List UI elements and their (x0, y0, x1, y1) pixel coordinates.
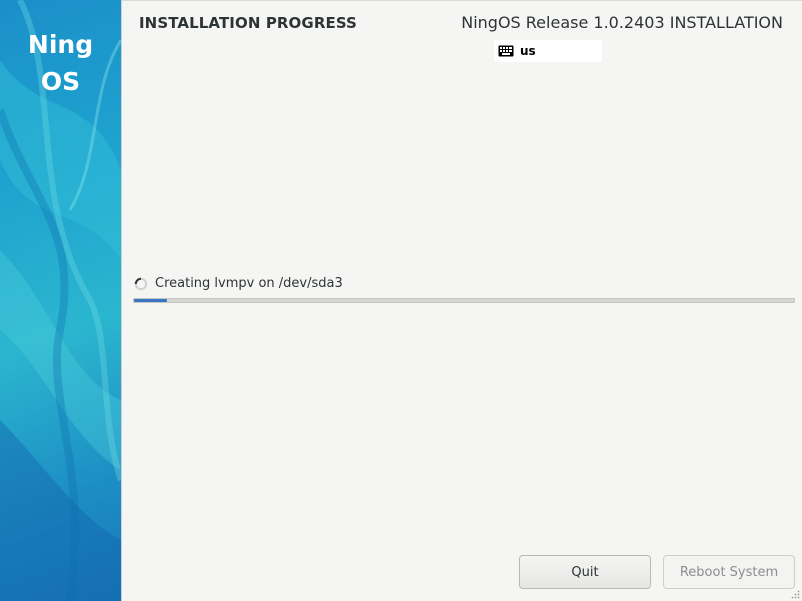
top-border (122, 0, 802, 1)
progress-status: Creating lvmpv on /dev/sda3 (134, 276, 343, 291)
brand-line-1: Ning (27, 30, 94, 59)
spinner-icon (134, 277, 148, 290)
progress-bar-fill (134, 299, 167, 302)
brand-line-2: OS (40, 67, 81, 96)
quit-button[interactable]: Quit (519, 555, 651, 589)
brand-logo: Ning OS (0, 26, 121, 100)
progress-status-text: Creating lvmpv on /dev/sda3 (155, 276, 343, 291)
reboot-system-button[interactable]: Reboot System (663, 555, 795, 589)
keyboard-layout-indicator[interactable]: us (494, 40, 602, 62)
keyboard-layout-label: us (520, 44, 536, 58)
page-title: INSTALLATION PROGRESS (139, 14, 357, 32)
keyboard-icon (498, 45, 514, 57)
installation-progress-bar (133, 298, 795, 303)
sidebar: Ning OS (0, 0, 121, 601)
sidebar-divider (121, 0, 122, 601)
resize-grip-icon[interactable] (791, 590, 800, 599)
product-title: NingOS Release 1.0.2403 INSTALLATION (461, 13, 783, 32)
